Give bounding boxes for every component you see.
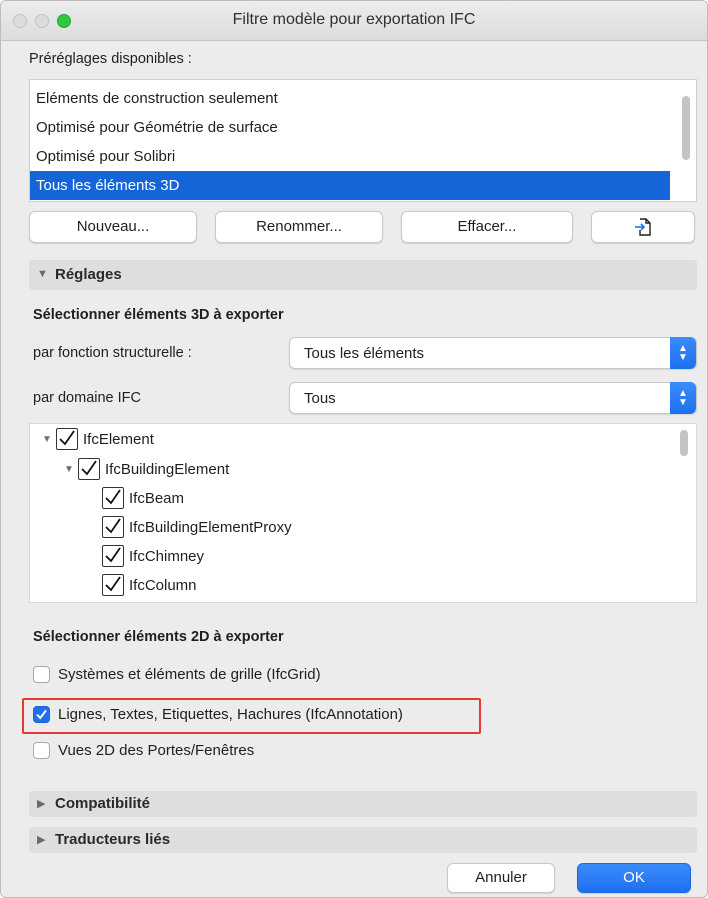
- tree-checkbox[interactable]: [78, 458, 100, 480]
- import-preset-button[interactable]: [591, 211, 695, 243]
- tree-label: IfcBeam: [129, 489, 185, 507]
- tree-label: IfcBuildingElementProxy: [129, 518, 292, 536]
- disclosure-expanded-icon[interactable]: ▼: [64, 464, 78, 475]
- select-2d-title: Sélectionner éléments 2D à exporter: [33, 629, 284, 645]
- compatibility-section-header[interactable]: ▶ Compatibilité: [29, 791, 697, 817]
- compatibility-section-label: Compatibilité: [55, 795, 151, 812]
- option-label: Vues 2D des Portes/Fenêtres: [58, 742, 255, 759]
- presets-list: Eléments de construction seulement Optim…: [29, 79, 697, 202]
- tree-row-ifcelement[interactable]: ▼ IfcElement: [42, 424, 154, 454]
- tree-checkbox[interactable]: [102, 487, 124, 509]
- ifc-domain-value: Tous: [304, 390, 336, 407]
- tree-checkbox[interactable]: [102, 545, 124, 567]
- tree-row-ifcbeam[interactable]: IfcBeam: [102, 483, 184, 513]
- select-updown-icon: ▲ ▼: [670, 382, 696, 414]
- disclosure-collapsed-icon: ▶: [37, 834, 46, 846]
- disclosure-collapsed-icon: ▶: [37, 798, 46, 810]
- linked-translators-section-header[interactable]: ▶ Traducteurs liés: [29, 827, 697, 853]
- preset-item-construction-only[interactable]: Eléments de construction seulement: [30, 84, 670, 113]
- select-3d-title: Sélectionner éléments 3D à exporter: [33, 307, 284, 323]
- presets-scrollbar[interactable]: [682, 96, 690, 160]
- tree-row-ifcbuildingelementproxy[interactable]: IfcBuildingElementProxy: [102, 512, 292, 542]
- preset-item-all-3d-elements[interactable]: Tous les éléments 3D: [30, 171, 670, 200]
- option-ifcgrid[interactable]: Systèmes et éléments de grille (IfcGrid): [33, 666, 321, 683]
- presets-label: Préréglages disponibles :: [29, 51, 192, 67]
- window-title: Filtre modèle pour exportation IFC: [232, 11, 476, 28]
- tree-checkbox[interactable]: [102, 516, 124, 538]
- tree-checkbox[interactable]: [102, 574, 124, 596]
- tree-label: IfcBuildingElement: [105, 460, 230, 478]
- option-label: Systèmes et éléments de grille (IfcGrid): [58, 666, 321, 683]
- title-bar: Filtre modèle pour exportation IFC: [1, 1, 707, 41]
- checkbox[interactable]: [33, 742, 50, 759]
- structural-function-label: par fonction structurelle :: [33, 345, 192, 361]
- ifc-domain-select[interactable]: Tous ▲ ▼: [289, 382, 697, 414]
- tree-label: IfcElement: [83, 430, 154, 448]
- tree-label: IfcChimney: [129, 547, 205, 565]
- tree-row-ifccolumn[interactable]: IfcColumn: [102, 570, 197, 600]
- rename-preset-button[interactable]: Renommer...: [215, 211, 383, 243]
- cancel-button[interactable]: Annuler: [447, 863, 555, 893]
- tree-scrollbar[interactable]: [680, 430, 688, 456]
- tree-row-ifcbuildingelement[interactable]: ▼ IfcBuildingElement: [64, 454, 229, 484]
- new-preset-button[interactable]: Nouveau...: [29, 211, 197, 243]
- option-2d-door-window-views[interactable]: Vues 2D des Portes/Fenêtres: [33, 742, 254, 759]
- highlight-box: [22, 698, 481, 734]
- tree-label: IfcColumn: [129, 576, 197, 594]
- disclosure-expanded-icon: ▼: [37, 268, 48, 280]
- ifc-export-filter-dialog: Filtre modèle pour exportation IFC Préré…: [0, 0, 708, 898]
- select-updown-icon: ▲ ▼: [670, 337, 696, 369]
- linked-translators-section-label: Traducteurs liés: [55, 831, 171, 848]
- ok-button[interactable]: OK: [577, 863, 691, 893]
- structural-function-select[interactable]: Tous les éléments ▲ ▼: [289, 337, 697, 369]
- import-file-icon: [633, 217, 653, 248]
- checkbox[interactable]: [33, 666, 50, 683]
- delete-preset-button[interactable]: Effacer...: [401, 211, 573, 243]
- tree-checkbox[interactable]: [56, 428, 78, 450]
- structural-function-value: Tous les éléments: [304, 345, 425, 362]
- settings-section-label: Réglages: [55, 266, 122, 283]
- preset-item-solibri[interactable]: Optimisé pour Solibri: [30, 142, 670, 171]
- ifc-domain-label: par domaine IFC: [33, 390, 141, 406]
- disclosure-expanded-icon[interactable]: ▼: [42, 434, 56, 445]
- settings-section-header[interactable]: ▼ Réglages: [29, 260, 697, 290]
- preset-item-surface-geometry[interactable]: Optimisé pour Géométrie de surface: [30, 113, 670, 142]
- ifc-element-tree: ▼ IfcElement ▼ IfcBuildingElement IfcBea…: [29, 423, 697, 603]
- tree-row-ifcchimney[interactable]: IfcChimney: [102, 541, 204, 571]
